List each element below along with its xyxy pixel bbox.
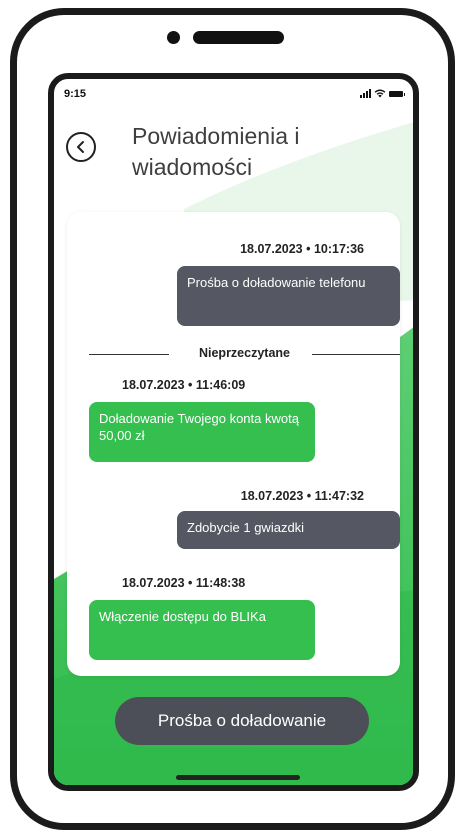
message-bubble[interactable]: Doładowanie Twojego konta kwotą 50,00 zł bbox=[89, 402, 315, 462]
status-bar: 9:15 bbox=[54, 79, 413, 111]
page-title: Powiadomienia i wiadomości bbox=[132, 123, 300, 180]
home-indicator[interactable] bbox=[176, 775, 300, 780]
message-bubble[interactable]: Włączenie dostępu do BLIKa bbox=[89, 600, 315, 660]
speaker-grille bbox=[193, 31, 284, 44]
battery-icon bbox=[389, 90, 405, 97]
messages-card: 18.07.2023 • 10:17:36 Prośba o doładowan… bbox=[67, 212, 400, 676]
status-time: 9:15 bbox=[64, 88, 87, 100]
phone-screen: 9:15 Powiadomienia i wiadomości 18.07.20… bbox=[48, 73, 419, 791]
message-bubble[interactable]: Prośba o doładowanie telefonu bbox=[177, 266, 400, 326]
camera-dot bbox=[167, 31, 180, 44]
divider-line-right bbox=[312, 354, 400, 355]
back-arrow-circle-icon bbox=[77, 141, 84, 153]
message-timestamp: 18.07.2023 • 11:47:32 bbox=[240, 489, 364, 503]
back-button[interactable] bbox=[66, 132, 96, 162]
request-topup-button[interactable]: Prośba o doładowanie bbox=[115, 697, 369, 745]
message-timestamp: 18.07.2023 • 11:46:09 bbox=[122, 378, 246, 392]
wifi-icon bbox=[374, 89, 386, 98]
message-timestamp: 18.07.2023 • 10:17:36 bbox=[240, 242, 364, 256]
signal-icon bbox=[360, 89, 371, 98]
status-icons bbox=[360, 89, 405, 98]
unread-divider: Nieprzeczytane bbox=[89, 346, 400, 362]
divider-label: Nieprzeczytane bbox=[198, 346, 290, 360]
message-bubble[interactable]: Zdobycie 1 gwiazdki bbox=[177, 511, 400, 549]
message-timestamp: 18.07.2023 • 11:48:38 bbox=[122, 576, 246, 590]
